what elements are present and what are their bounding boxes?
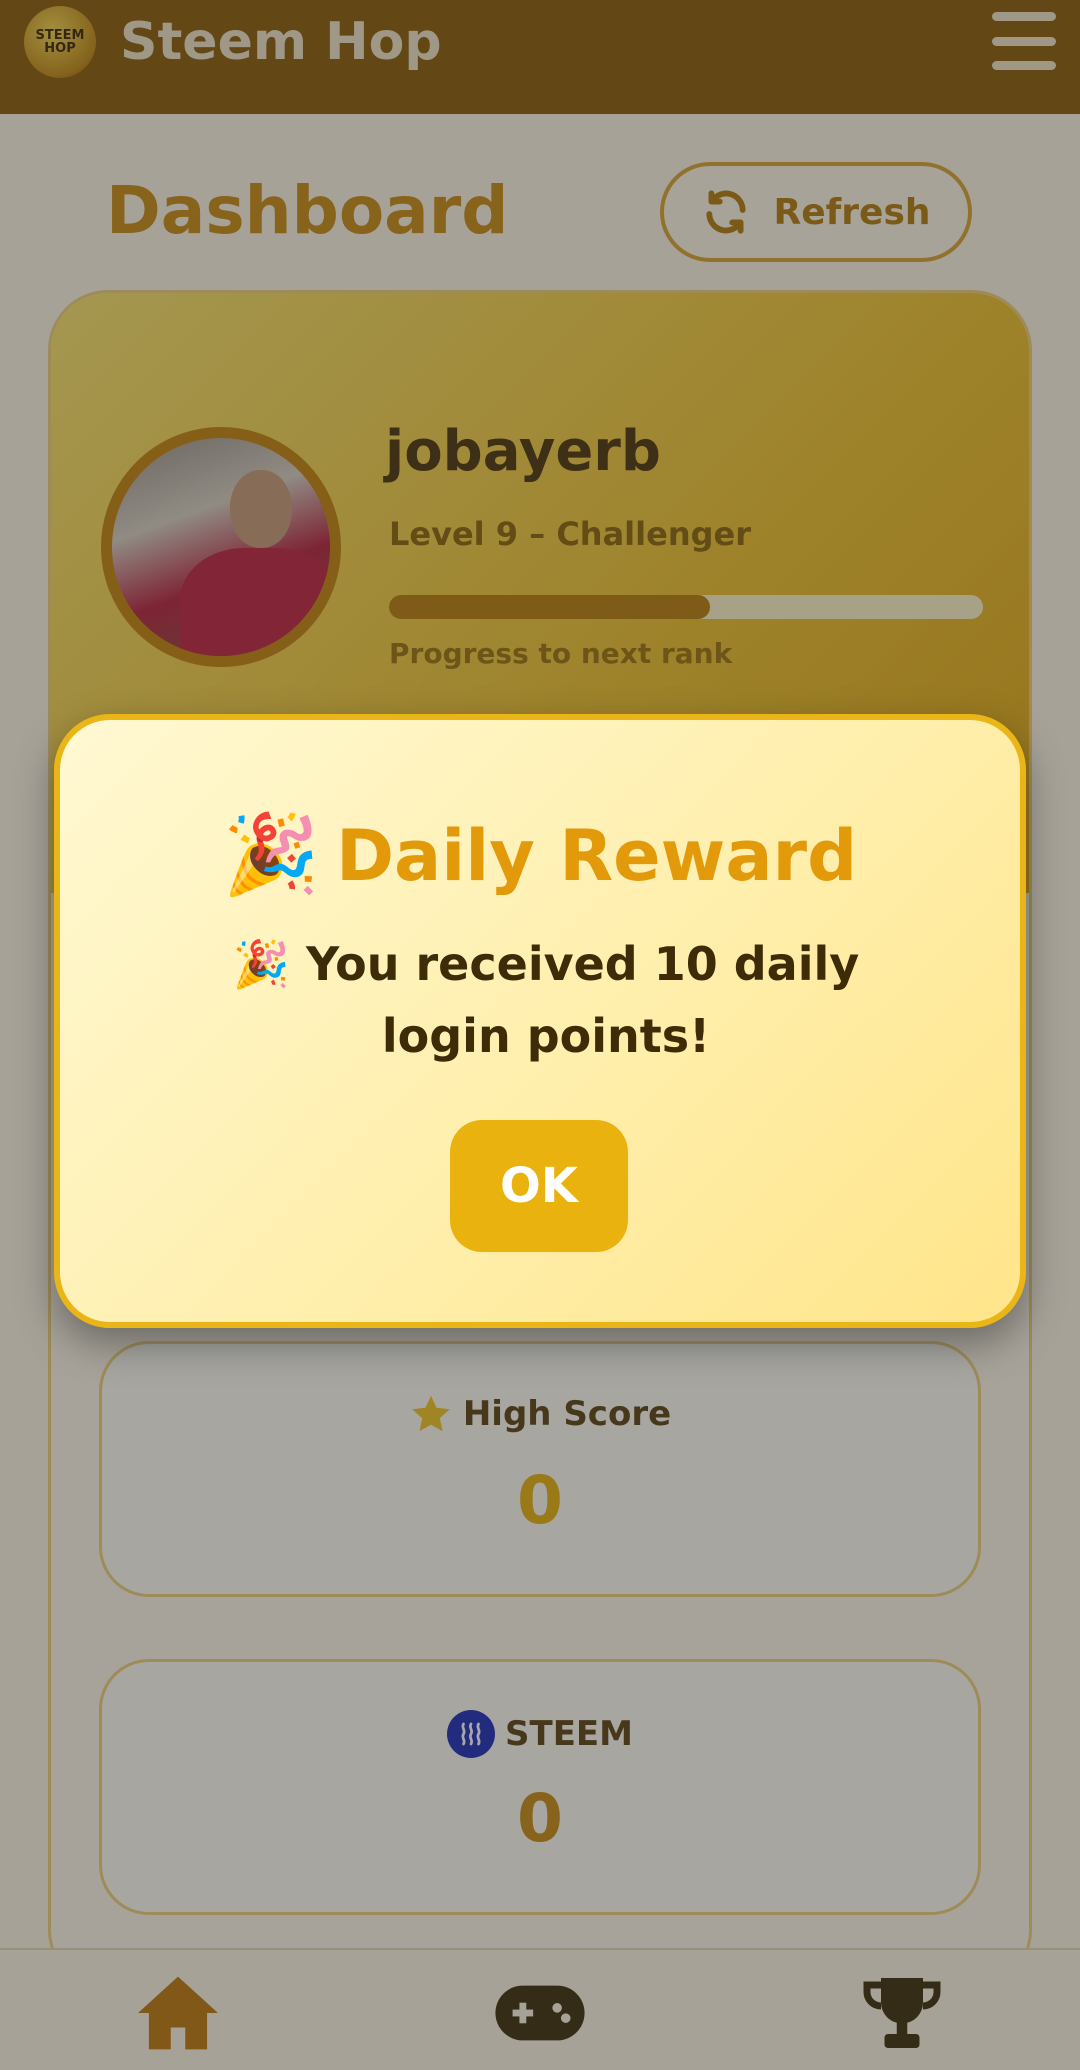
ok-button[interactable]: OK: [450, 1120, 628, 1252]
dialog-title: 🎉 Daily Reward: [60, 810, 1020, 901]
dialog-message: 🎉 You received 10 daily login points!: [180, 928, 912, 1072]
party-popper-icon: 🎉: [222, 810, 320, 900]
daily-reward-dialog: 🎉 Daily Reward 🎉 You received 10 daily l…: [54, 714, 1026, 1328]
dialog-title-text: Daily Reward: [335, 814, 858, 897]
dialog-message-text: You received 10 daily login points!: [306, 937, 860, 1063]
party-popper-small-icon: 🎉: [232, 937, 291, 991]
